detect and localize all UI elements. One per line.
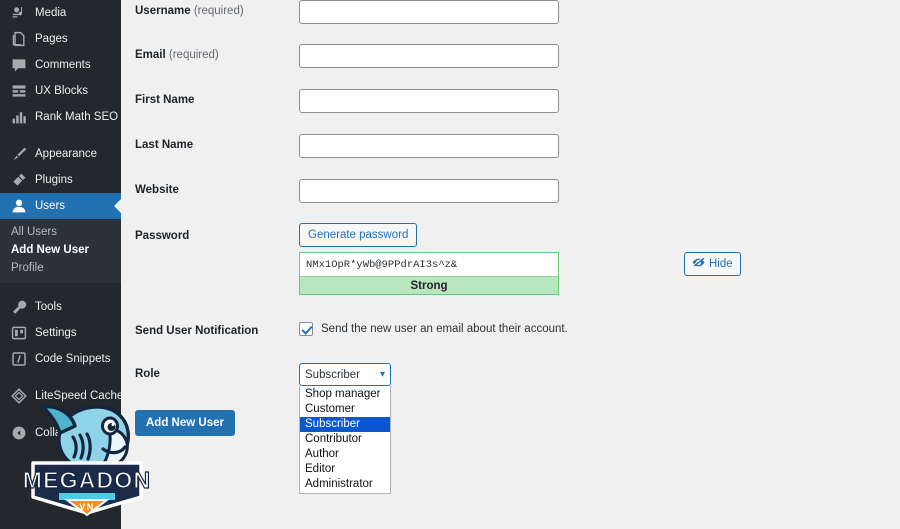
submenu-item-profile[interactable]: Profile — [0, 259, 121, 277]
role-label: Role — [135, 368, 160, 380]
collapse-icon — [9, 424, 28, 443]
menu-separator — [0, 283, 121, 294]
sidebar-item-collapse-menu[interactable]: Collapse menu — [0, 420, 121, 446]
pages-icon — [9, 30, 28, 49]
send-notification-control[interactable]: Send the new user an email about their a… — [299, 322, 568, 336]
username-input[interactable] — [299, 0, 559, 24]
admin-sidebar: Media Pages Comments UX Blocks Rank Math… — [0, 0, 121, 529]
sidebar-item-label: Comments — [35, 59, 91, 71]
role-option-contributor[interactable]: Contributor — [300, 432, 390, 447]
role-select[interactable]: Subscriber ▾ — [299, 363, 391, 386]
role-option-author[interactable]: Author — [300, 447, 390, 462]
sidebar-item-label: Users — [35, 200, 66, 212]
sidebar-item-ux-blocks[interactable]: UX Blocks — [0, 78, 121, 104]
appearance-icon — [9, 145, 28, 164]
sidebar-item-comments[interactable]: Comments — [0, 52, 121, 78]
role-option-customer[interactable]: Customer — [300, 402, 390, 417]
sidebar-item-label: Settings — [35, 327, 77, 339]
role-selected-value: Subscriber — [305, 368, 360, 381]
litespeed-icon — [9, 387, 28, 406]
menu-separator — [0, 409, 121, 420]
eye-slash-icon — [692, 256, 705, 272]
main-content: Username (required) Email (required) Fir… — [121, 0, 900, 529]
password-input[interactable] — [299, 252, 559, 276]
website-label: Website — [135, 184, 179, 196]
submenu-item-all-users[interactable]: All Users — [0, 223, 121, 241]
email-input[interactable] — [299, 44, 559, 68]
role-option-subscriber[interactable]: Subscriber — [300, 417, 390, 432]
sidebar-item-users[interactable]: Users — [0, 193, 121, 219]
hide-password-button[interactable]: Hide — [684, 252, 741, 276]
first-name-label: First Name — [135, 94, 195, 106]
add-new-user-button[interactable]: Add New User — [135, 410, 235, 436]
send-notification-checkbox[interactable] — [299, 322, 313, 336]
submenu-item-add-new-user[interactable]: Add New User — [0, 241, 121, 259]
password-label: Password — [135, 230, 190, 242]
sidebar-item-rank-math-seo[interactable]: Rank Math SEO — [0, 104, 121, 130]
ux-blocks-icon — [9, 82, 28, 101]
users-submenu: All Users Add New User Profile — [0, 219, 121, 283]
username-label: Username (required) — [135, 5, 244, 17]
comments-icon — [9, 56, 28, 75]
sidebar-item-settings[interactable]: Settings — [0, 320, 121, 346]
plugins-icon — [9, 171, 28, 190]
sidebar-item-code-snippets[interactable]: Code Snippets — [0, 346, 121, 372]
menu-separator — [0, 372, 121, 383]
users-icon — [9, 197, 28, 216]
website-input[interactable] — [299, 179, 559, 203]
sidebar-item-label: Code Snippets — [35, 353, 111, 365]
rank-math-icon — [9, 108, 28, 127]
password-strength-indicator: Strong — [299, 276, 559, 295]
sidebar-item-label: Plugins — [35, 174, 73, 186]
send-notification-label: Send User Notification — [135, 325, 259, 337]
sidebar-item-label: Tools — [35, 301, 62, 313]
sidebar-item-plugins[interactable]: Plugins — [0, 167, 121, 193]
sidebar-item-appearance[interactable]: Appearance — [0, 141, 121, 167]
first-name-input[interactable] — [299, 89, 559, 113]
sidebar-item-label: Collapse menu — [35, 427, 112, 439]
sidebar-item-pages[interactable]: Pages — [0, 26, 121, 52]
tools-icon — [9, 298, 28, 317]
sidebar-item-media[interactable]: Media — [0, 0, 121, 26]
settings-icon — [9, 324, 28, 343]
sidebar-item-label: Media — [35, 7, 67, 19]
chevron-down-icon: ▾ — [379, 368, 385, 380]
hide-password-label: Hide — [709, 258, 733, 270]
sidebar-item-tools[interactable]: Tools — [0, 294, 121, 320]
role-option-shop-manager[interactable]: Shop manager — [300, 387, 390, 402]
sidebar-item-litespeed-cache[interactable]: LiteSpeed Cache — [0, 383, 121, 409]
sidebar-item-label: LiteSpeed Cache — [35, 390, 121, 402]
email-label: Email (required) — [135, 49, 219, 61]
role-option-administrator[interactable]: Administrator — [300, 477, 390, 492]
role-options-list[interactable]: Shop manager Customer Subscriber Contributo… — [299, 386, 391, 494]
sidebar-item-label: Pages — [35, 33, 68, 45]
last-name-label: Last Name — [135, 139, 194, 151]
role-option-editor[interactable]: Editor — [300, 462, 390, 477]
code-snippets-icon — [9, 350, 28, 369]
sidebar-item-label: Appearance — [35, 148, 98, 160]
sidebar-item-label: UX Blocks — [35, 85, 89, 97]
send-notification-description: Send the new user an email about their a… — [321, 323, 568, 335]
menu-separator — [0, 130, 121, 141]
generate-password-button[interactable]: Generate password — [299, 223, 418, 247]
sidebar-item-label: Rank Math SEO — [35, 111, 119, 123]
media-icon — [9, 4, 28, 23]
last-name-input[interactable] — [299, 134, 559, 158]
